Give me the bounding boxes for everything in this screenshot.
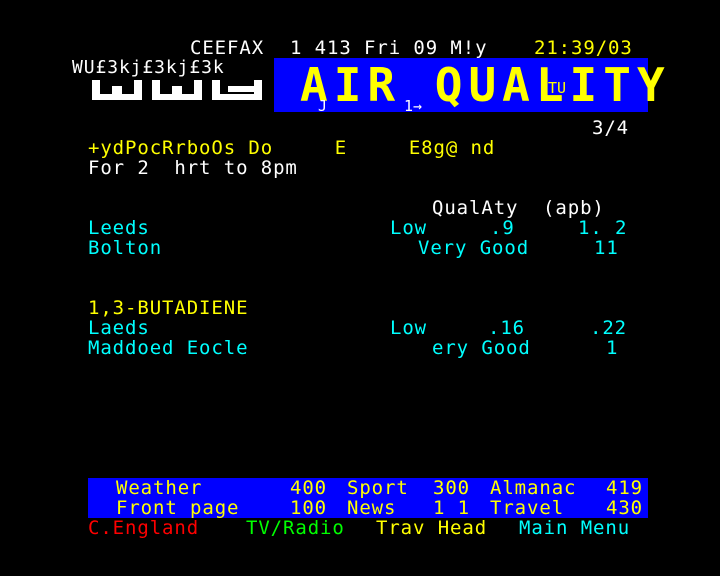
banner-sub-arrow: 1→ (404, 97, 423, 115)
link-news[interactable]: News (347, 498, 396, 518)
quality: Low (390, 317, 428, 339)
fastext-red[interactable]: C.England (88, 518, 199, 538)
link-sport-page[interactable]: 300 (433, 478, 470, 498)
quality: Low (390, 217, 428, 239)
bbc-block-logo (88, 80, 264, 104)
fastext-cyan[interactable]: Main Menu (519, 518, 630, 538)
link-front-page-number[interactable]: 100 (290, 498, 327, 518)
page-counter: 3/4 (592, 117, 630, 139)
link-sport[interactable]: Sport (347, 478, 409, 498)
logo-garble-text: WU£3kj£3kj£3k (72, 57, 225, 78)
table-header: QualAty (apb) (432, 197, 605, 219)
value-1: .16 (488, 317, 526, 339)
value-2: 1 (606, 337, 619, 359)
link-weather-page[interactable]: 400 (290, 478, 327, 498)
place: Maddoed Eocle (88, 337, 249, 359)
fastext-green[interactable]: TV/Radio (246, 518, 345, 538)
link-almanac-page[interactable]: 419 (606, 478, 643, 498)
value-2: 11 (594, 237, 619, 259)
page-info: 1 413 Fri 09 M!y (290, 37, 488, 59)
banner-sub-tu: TU (548, 79, 567, 97)
place: Bolton (88, 237, 163, 259)
clock: 21:39/03 (534, 37, 633, 59)
link-travel[interactable]: Travel (490, 498, 564, 518)
banner-title: AIR QUALITY (300, 58, 671, 112)
banner-sub-j: J (318, 97, 328, 115)
link-travel-page[interactable]: 430 (606, 498, 643, 518)
fastext-yellow[interactable]: Trav Head (376, 518, 487, 538)
link-almanac[interactable]: Almanac (490, 478, 576, 498)
link-weather[interactable]: Weather (116, 478, 202, 498)
quality: Very Good (418, 237, 530, 259)
quality: ery Good (432, 337, 531, 359)
intro-line-2: For 2 hrt to 8pm (88, 157, 298, 179)
section-title: 1,3-BUTADIENE (88, 297, 249, 319)
place: Leeds (88, 217, 150, 239)
service-name: CEEFAX (190, 37, 265, 59)
value-1: .9 (490, 217, 515, 239)
place: Laeds (88, 317, 150, 339)
intro-line-1: +ydPocRrboOs Do E E8g@ nd (88, 137, 496, 159)
value-2: .22 (590, 317, 628, 339)
link-news-page[interactable]: 1 1 (433, 498, 470, 518)
value-2: 1. 2 (578, 217, 628, 239)
link-front-page[interactable]: Front page (116, 498, 239, 518)
